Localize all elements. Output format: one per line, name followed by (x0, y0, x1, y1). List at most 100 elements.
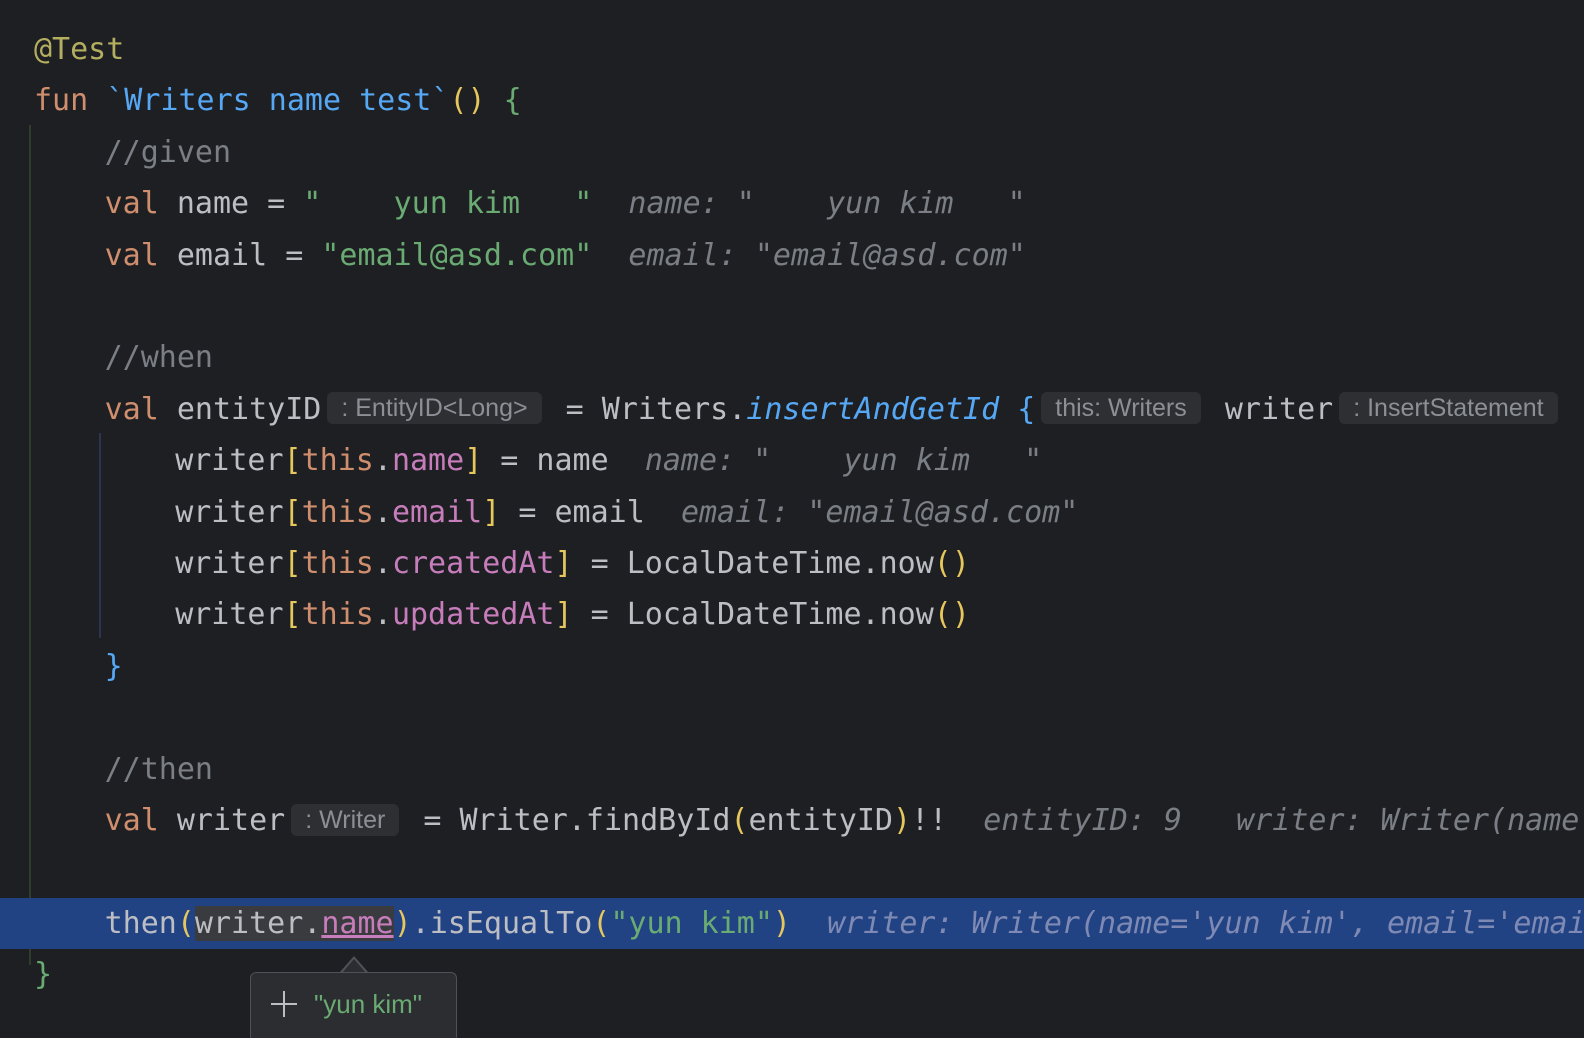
debug-value-hint: name: " yun kim " (628, 186, 1026, 222)
bracket: { (503, 83, 522, 119)
property: email (391, 494, 483, 530)
bracket: ) (892, 803, 912, 838)
code-text: = email (500, 494, 681, 530)
bracket: { (1017, 391, 1036, 427)
current-code-line[interactable]: then(writer.name).isEqualTo("yun kim") w… (0, 897, 1584, 949)
code-line[interactable] (0, 692, 1584, 743)
bracket: ) (393, 905, 412, 941)
debug-value-hint: email: "email@asd.com" (680, 494, 1079, 530)
type-hint-chip: : InsertStatement (1339, 392, 1558, 425)
code-text: . (373, 494, 392, 530)
code-line[interactable]: val email = "email@asd.com" email: "emai… (0, 230, 1584, 281)
code-text: = LocalDateTime.now (572, 546, 934, 581)
bracket: () (449, 83, 486, 119)
code-line[interactable]: val name = " yun kim " name: " yun kim " (0, 178, 1584, 229)
quick-evaluate-popup[interactable]: "yun kim" (250, 972, 457, 1038)
keyword: val (104, 391, 159, 427)
code-text: !! (911, 803, 984, 838)
code-line[interactable]: //when (0, 332, 1584, 383)
debug-value-hint: email: "email@asd.com" (628, 237, 1026, 273)
code-text: . (373, 597, 392, 633)
type-hint-chip: : Writer (291, 803, 400, 836)
bracket: [ (283, 494, 302, 530)
code-text: name = (158, 186, 304, 222)
code-line[interactable]: writer[this.name] = name name: " yun kim… (0, 435, 1584, 486)
bracket: [ (283, 546, 302, 581)
plus-icon[interactable] (271, 991, 297, 1017)
keyword: val (104, 803, 159, 838)
code-text: = Writers. (547, 391, 747, 427)
code-text: = LocalDateTime.now (572, 597, 934, 633)
bracket: [ (283, 597, 302, 633)
code-line[interactable]: @Test (0, 24, 1584, 75)
code-line[interactable] (0, 846, 1584, 897)
property: createdAt (391, 546, 555, 581)
function-call: insertAndGetId (746, 391, 1000, 427)
annotation: @Test (34, 32, 125, 67)
popup-arrow (342, 959, 366, 973)
keyword: val (104, 237, 159, 273)
code-line[interactable] (0, 281, 1584, 332)
property: updatedAt (391, 597, 555, 633)
bracket: ( (730, 803, 749, 838)
function-name: `Writers name test` (106, 83, 450, 119)
bracket: } (34, 957, 53, 993)
keyword: fun (34, 83, 89, 119)
code-line[interactable]: writer[this.updatedAt] = LocalDateTime.n… (0, 589, 1584, 640)
string-literal: "email@asd.com" (321, 237, 593, 273)
comment: //then (104, 751, 213, 787)
code-text: writer (158, 803, 286, 838)
code-line[interactable]: writer[this.email] = email email: "email… (0, 487, 1584, 538)
bracket: ] (554, 597, 573, 633)
code-line[interactable]: val entityID: EntityID<Long> = Writers.i… (0, 384, 1584, 435)
debug-value-hint: writer: Writer(name='yun kim', email='em… (827, 905, 1584, 941)
string-literal: "yun kim" (610, 905, 773, 941)
code-text: entityID (158, 391, 322, 427)
code-text: email = (158, 237, 322, 273)
bracket: () (933, 546, 970, 581)
bracket: ] (554, 546, 573, 581)
code-text: . (373, 443, 392, 479)
code-editor[interactable]: @Test fun `Writers name test`() {//given v… (0, 0, 1584, 1038)
selected-expression: writer. (194, 905, 322, 941)
keyword: this (301, 597, 374, 633)
type-hint-chip: : EntityID<Long> (327, 392, 542, 425)
code-line[interactable]: fun `Writers name test`() { (0, 75, 1584, 126)
code-text: = Writer.findById (405, 803, 731, 838)
code-text: .isEqualTo (411, 905, 593, 941)
code-text: writer (175, 494, 284, 530)
bracket: [ (283, 443, 302, 479)
keyword: this (301, 494, 374, 530)
bracket: ] (482, 494, 501, 530)
code-line[interactable]: } (0, 641, 1584, 692)
keyword: this (301, 443, 374, 479)
comment: //given (104, 134, 232, 170)
comment: //when (104, 340, 213, 376)
selected-property: name (321, 905, 394, 941)
code-text: . (373, 546, 392, 581)
code-text: writer (175, 546, 284, 581)
code-text: writer (175, 597, 284, 633)
bracket: } (104, 648, 123, 684)
code-line[interactable]: } (0, 949, 1584, 1000)
keyword: val (104, 186, 159, 222)
code-line[interactable]: val writer: Writer = Writer.findById(ent… (0, 795, 1584, 846)
string-literal: " yun kim " (303, 186, 593, 222)
property: name (391, 443, 465, 479)
code-line[interactable]: writer[this.createdAt] = LocalDateTime.n… (0, 538, 1584, 589)
keyword: this (301, 546, 374, 581)
bracket: ( (592, 905, 611, 941)
bracket: ] (464, 443, 483, 479)
bracket: () (933, 597, 970, 633)
code-line[interactable]: //then (0, 744, 1584, 795)
code-line[interactable]: //given (0, 127, 1584, 178)
receiver-hint-chip: this: Writers (1041, 392, 1201, 425)
code-text: = name (482, 443, 645, 479)
code-text: entityID (748, 803, 893, 838)
code-text: then (104, 905, 177, 941)
